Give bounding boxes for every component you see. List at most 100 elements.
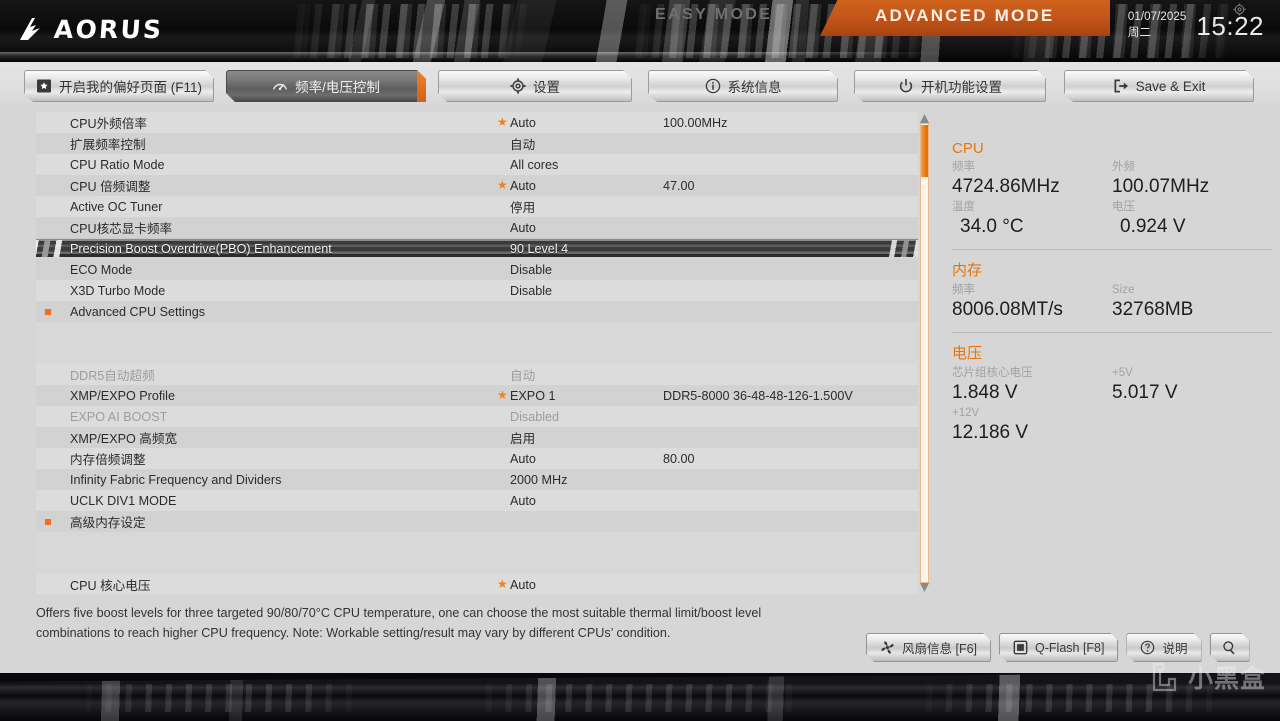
scroll-down-arrow[interactable] — [920, 583, 929, 592]
setting-value[interactable]: 启用 — [510, 428, 535, 447]
setting-row[interactable]: 扩展频率控制 自动 — [36, 133, 918, 154]
tab-label: 频率/电压控制 — [295, 80, 380, 95]
tab-label: Save & Exit — [1135, 78, 1206, 94]
aorus-wordmark: AORUS — [52, 14, 165, 44]
info-divider — [952, 332, 1272, 333]
gear-icon — [510, 78, 526, 94]
setting-value-secondary: 47.00 — [663, 178, 695, 193]
tab-1[interactable]: 开启我的偏好页面 (F11) — [24, 70, 214, 102]
info-key: 外频 — [1112, 161, 1135, 173]
submenu-bullet-icon — [45, 519, 51, 525]
setting-row[interactable]: Infinity Fabric Frequency and Dividers 20… — [36, 469, 918, 490]
setting-value[interactable]: Auto — [510, 179, 536, 193]
header-banner: AORUS EASY MODE ADVANCED MODE 01/07/2025… — [0, 0, 1280, 62]
setting-value[interactable]: Disable — [510, 284, 552, 298]
setting-value[interactable]: 2000 MHz — [510, 473, 567, 487]
setting-value[interactable]: Disable — [510, 263, 552, 277]
info-section-title: 电压 — [952, 345, 983, 362]
favorite-star-icon[interactable]: ★ — [497, 389, 509, 401]
setting-row[interactable]: DDR5自动超频 自动 — [36, 364, 918, 385]
setting-value-secondary: DDR5-8000 36-48-48-126-1.500V — [663, 388, 853, 403]
tab-label: 设置 — [533, 80, 560, 95]
setting-value[interactable]: 自动 — [510, 134, 535, 153]
setting-row[interactable]: XMP/EXPO Profile ★ EXPO 1 DDR5-8000 36-48-4… — [36, 385, 918, 406]
date-text: 01/07/2025 — [1127, 11, 1187, 23]
setting-row[interactable]: CPU核芯显卡频率 Auto — [36, 217, 918, 238]
setting-row[interactable]: CPU Ratio Mode All cores — [36, 154, 918, 175]
submenu-bullet-icon — [45, 309, 51, 315]
tab-2[interactable]: 频率/电压控制 — [226, 70, 426, 102]
tab-3[interactable]: 设置 — [438, 70, 632, 102]
setting-label: UCLK DIV1 MODE — [70, 493, 177, 508]
tab-6[interactable]: Save & Exit — [1064, 70, 1254, 102]
favorite-star-icon[interactable]: ★ — [497, 116, 509, 128]
info-cell: Size 32768MB — [1112, 282, 1272, 322]
setting-row[interactable]: CPU外频倍率 ★ Auto 100.00MHz — [36, 112, 918, 133]
info-row: 频率 8006.08MT/s Size 32768MB — [952, 282, 1272, 322]
info-row: +12V 12.186 V — [952, 405, 1272, 445]
footer-button-2[interactable]: Q-Flash [F8] — [999, 633, 1118, 662]
setting-value[interactable]: 停用 — [510, 197, 535, 216]
qflash-icon — [1013, 640, 1028, 655]
tab-4[interactable]: 系统信息 — [648, 70, 838, 102]
tab-label: 开机功能设置 — [921, 80, 1002, 95]
setting-row[interactable]: Advanced CPU Settings — [36, 301, 918, 322]
setting-value[interactable]: Disabled — [510, 410, 559, 424]
bottom-decor-strip — [0, 673, 1280, 721]
setting-value[interactable]: Auto — [510, 578, 536, 592]
help-description: Offers five boost levels for three targe… — [36, 606, 762, 640]
setting-row[interactable]: CPU 核心电压 ★ Auto — [36, 574, 918, 594]
setting-value[interactable]: Auto — [510, 452, 536, 466]
settings-list[interactable]: CPU外频倍率 ★ Auto 100.00MHz 扩展频率控制 自动 CPU Ratio M… — [36, 112, 918, 594]
setting-row[interactable]: Active OC Tuner 停用 — [36, 196, 918, 217]
setting-row[interactable]: 高级内存设定 — [36, 511, 918, 532]
setting-label: Active OC Tuner — [70, 199, 163, 214]
tab-5[interactable]: 开机功能设置 — [854, 70, 1046, 102]
setting-row[interactable]: 内存倍频调整 Auto 80.00 — [36, 448, 918, 469]
footer-button-label: 说明 — [1162, 642, 1188, 656]
vertical-scrollbar[interactable] — [918, 112, 932, 594]
info-cell: 电压 0.924 V — [1112, 199, 1272, 239]
footer-button-3[interactable]: 说明 — [1126, 633, 1201, 662]
favorite-star-icon[interactable]: ★ — [497, 578, 509, 590]
setting-row[interactable]: EXPO AI BOOST Disabled — [36, 406, 918, 427]
setting-row[interactable]: XMP/EXPO 高频宽 启用 — [36, 427, 918, 448]
setting-row[interactable]: CPU 倍频调整 ★ Auto 47.00 — [36, 175, 918, 196]
setting-label: CPU 核心电压 — [70, 579, 151, 593]
setting-value[interactable]: All cores — [510, 158, 558, 172]
list-spacer-row — [36, 322, 918, 343]
system-info-panel: CPU 频率 4724.86MHz 外频 100.07MHz 温度 34.0 °… — [952, 140, 1272, 451]
tab-easy-mode[interactable]: EASY MODE — [655, 6, 772, 24]
setting-row[interactable]: X3D Turbo Mode Disable — [36, 280, 918, 301]
scroll-up-arrow[interactable] — [920, 114, 929, 123]
info-value: 0.924 V — [1120, 216, 1186, 237]
setting-value[interactable]: EXPO 1 — [510, 389, 556, 403]
scrollbar-track[interactable] — [920, 123, 929, 583]
setting-value[interactable]: 自动 — [510, 365, 535, 384]
falcon-icon — [20, 18, 40, 40]
footer-button-4[interactable] — [1210, 633, 1250, 662]
info-cell: 频率 4724.86MHz — [952, 159, 1112, 199]
setting-value[interactable]: Auto — [510, 116, 536, 130]
favorite-star-icon[interactable]: ★ — [497, 179, 509, 191]
info-divider — [952, 249, 1272, 250]
tab-advanced-mode[interactable]: ADVANCED MODE — [875, 6, 1054, 26]
info-section-title: 内存 — [952, 262, 983, 279]
tab-label: 系统信息 — [727, 80, 782, 95]
setting-row[interactable]: UCLK DIV1 MODE Auto — [36, 490, 918, 511]
setting-label: X3D Turbo Mode — [70, 283, 166, 298]
setting-value[interactable]: Auto — [510, 494, 536, 508]
footer-button-1[interactable]: 风扇信息 [F6] — [866, 633, 991, 662]
scrollbar-thumb[interactable] — [921, 125, 928, 177]
list-spacer-row — [36, 553, 918, 574]
info-value: 34.0 °C — [960, 216, 1024, 237]
setting-row[interactable]: Precision Boost Overdrive(PBO) Enhanceme… — [36, 238, 918, 259]
setting-label: ECO Mode — [70, 262, 133, 277]
setting-value[interactable]: 90 Level 4 — [510, 242, 568, 256]
info-icon — [705, 78, 721, 94]
setting-label: 高级内存设定 — [70, 516, 146, 530]
setting-value[interactable]: Auto — [510, 221, 536, 235]
info-key: 芯片组核心电压 — [952, 367, 1033, 379]
info-cell: 芯片组核心电压 1.848 V — [952, 365, 1112, 405]
setting-row[interactable]: ECO Mode Disable — [36, 259, 918, 280]
